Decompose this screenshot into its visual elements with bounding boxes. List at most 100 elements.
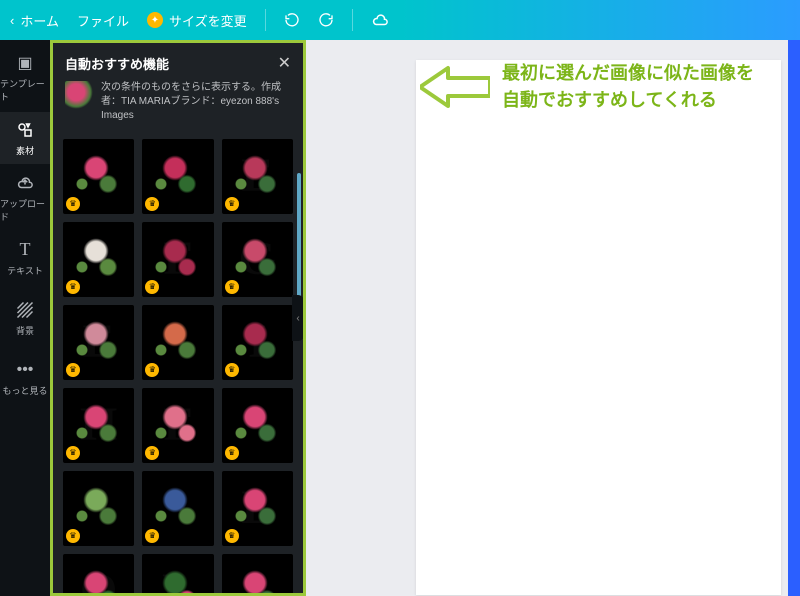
grid-item[interactable]: I ♛ [222, 305, 293, 380]
nav-elements[interactable]: 素材 [0, 112, 50, 164]
recommendations-panel: 自動おすすめ機能 ✕ 次の条件のものをさらに表示する。作成者：TIA MARIA… [50, 40, 306, 596]
grid-item[interactable]: ♛ [142, 305, 213, 380]
leaf-icon [176, 173, 198, 195]
nav-label: 背景 [16, 324, 34, 337]
leaf-icon [256, 173, 278, 195]
grid-item[interactable]: ♛ [222, 554, 293, 596]
grid-item[interactable]: F ♛ [142, 388, 213, 463]
nav-templates[interactable]: ▣ テンプレート [0, 52, 50, 104]
top-toolbar: ‹ ホーム ファイル ✦ サイズを変更 [0, 0, 800, 40]
leaf-icon [176, 256, 198, 278]
grid-item[interactable]: E ♛ [222, 139, 293, 214]
premium-crown-icon: ♛ [145, 446, 159, 460]
annotation-text: 最初に選んだ画像に似た画像を 自動でおすすめしてくれる [502, 60, 754, 114]
grid-item[interactable]: H ♛ [63, 388, 134, 463]
star-icon: ✦ [147, 12, 163, 28]
leaf-icon [154, 343, 168, 357]
nav-text[interactable]: T テキスト [0, 232, 50, 284]
background-icon [15, 300, 35, 320]
nav-uploads[interactable]: アップロード [0, 172, 50, 224]
premium-crown-icon: ♛ [66, 280, 80, 294]
divider [265, 9, 266, 31]
leaf-icon [154, 426, 168, 440]
grid-item[interactable]: ♛ [142, 471, 213, 546]
leaf-icon [176, 339, 198, 361]
grid-item[interactable]: ♛ [63, 471, 134, 546]
leaf-icon [97, 173, 119, 195]
divider [352, 9, 353, 31]
premium-crown-icon: ♛ [145, 529, 159, 543]
cloud-icon [371, 11, 389, 29]
grid-item[interactable]: ♛ [222, 388, 293, 463]
nav-label: アップロード [0, 197, 50, 223]
text-icon: T [15, 240, 35, 260]
redo-button[interactable] [318, 12, 334, 28]
premium-crown-icon: ♛ [66, 197, 80, 211]
premium-crown-icon: ♛ [225, 197, 239, 211]
reference-thumbnail[interactable] [65, 81, 93, 109]
grid-item[interactable]: ♛ [142, 139, 213, 214]
leaf-icon [75, 509, 89, 523]
leaf-icon [75, 177, 89, 191]
leaf-icon [97, 339, 119, 361]
panel-collapse-handle[interactable]: ‹ [292, 295, 304, 341]
canvas-region [306, 40, 800, 596]
page-side-handle[interactable] [788, 40, 800, 596]
nav-label: もっと見る [2, 384, 47, 397]
nav-background[interactable]: 背景 [0, 292, 50, 344]
leaf-icon [234, 426, 248, 440]
home-button[interactable]: ‹ ホーム [10, 11, 59, 30]
cloud-sync-button[interactable] [371, 11, 389, 29]
leaf-icon [256, 505, 278, 527]
leaf-icon [75, 260, 89, 274]
grid-item[interactable]: O ♛ [63, 554, 134, 596]
file-menu[interactable]: ファイル [77, 11, 129, 30]
leaf-icon [176, 505, 198, 527]
leaf-icon [234, 343, 248, 357]
premium-crown-icon: ♛ [66, 363, 80, 377]
leaf-icon [97, 505, 119, 527]
panel-header: 自動おすすめ機能 ✕ [53, 43, 303, 81]
annotation-overlay: 最初に選んだ画像に似た画像を 自動でおすすめしてくれる [420, 60, 754, 114]
grid-item[interactable]: L ♛ [222, 471, 293, 546]
panel-subtitle: 次の条件のものをさらに表示する。作成者：TIA MARIAブランド：eyezon… [101, 81, 291, 123]
grid-item[interactable]: E ♛ [63, 305, 134, 380]
nav-more[interactable]: ••• もっと見る [0, 352, 50, 404]
premium-crown-icon: ♛ [145, 197, 159, 211]
resize-label: サイズを変更 [169, 11, 247, 30]
vertical-nav: ▣ テンプレート 素材 アップロード T テキスト 背景 ••• [0, 40, 50, 596]
undo-button[interactable] [284, 12, 300, 28]
leaf-icon [154, 177, 168, 191]
grid-item[interactable]: G ♛ [222, 222, 293, 297]
annotation-line2: 自動でおすすめしてくれる [502, 87, 754, 114]
premium-crown-icon: ♛ [225, 529, 239, 543]
leaf-icon [75, 426, 89, 440]
nav-label: 素材 [16, 144, 34, 157]
chevron-left-icon: ‹ [10, 13, 14, 28]
leaf-icon [256, 339, 278, 361]
resize-button[interactable]: ✦ サイズを変更 [147, 11, 247, 30]
panel-title: 自動おすすめ機能 [65, 54, 169, 73]
file-label: ファイル [77, 11, 129, 30]
premium-crown-icon: ♛ [66, 529, 80, 543]
templates-icon: ▣ [15, 53, 35, 73]
leaf-icon [234, 509, 248, 523]
grid-item[interactable]: ♛ [63, 139, 134, 214]
leaf-icon [97, 256, 119, 278]
canvas[interactable] [416, 60, 781, 595]
premium-crown-icon: ♛ [225, 446, 239, 460]
premium-crown-icon: ♛ [145, 280, 159, 294]
premium-crown-icon: ♛ [225, 280, 239, 294]
grid-item[interactable]: F ♛ [142, 222, 213, 297]
premium-crown-icon: ♛ [145, 363, 159, 377]
leaf-icon [154, 509, 168, 523]
nav-label: テンプレート [0, 77, 50, 103]
uploads-icon [15, 173, 35, 193]
leaf-icon [256, 256, 278, 278]
leaf-icon [75, 343, 89, 357]
grid-item[interactable]: L ♛ [142, 554, 213, 596]
premium-crown-icon: ♛ [225, 363, 239, 377]
panel-subheader: 次の条件のものをさらに表示する。作成者：TIA MARIAブランド：eyezon… [53, 81, 303, 133]
close-button[interactable]: ✕ [278, 53, 291, 73]
grid-item[interactable]: ♛ [63, 222, 134, 297]
